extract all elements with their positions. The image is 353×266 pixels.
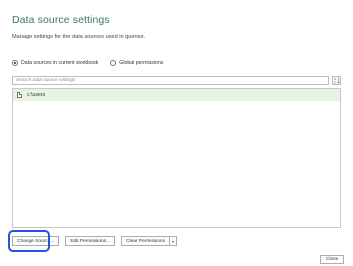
- scope-radio-group: Data sources in current workbook Global …: [12, 60, 175, 66]
- dialog-subtitle: Manage settings for the data sources use…: [12, 34, 146, 40]
- clear-permissions-group: Clear Permissions ▾: [121, 236, 177, 246]
- edit-permissions-button[interactable]: Edit Permissions...: [65, 236, 116, 246]
- scope-global-permissions[interactable]: Global permissions: [110, 60, 163, 66]
- close-button[interactable]: Close: [320, 255, 345, 264]
- chevron-down-icon[interactable]: ▾: [170, 236, 177, 246]
- radio-selected-icon[interactable]: [12, 60, 18, 66]
- dialog-title: Data source settings: [12, 14, 110, 26]
- radio-unselected-icon[interactable]: [110, 60, 117, 66]
- list-item[interactable]: c:\users: [13, 89, 340, 101]
- list-item-label: c:\users: [27, 92, 46, 98]
- scope-global-permissions-label: Global permissions: [119, 60, 164, 66]
- svg-text:Z: Z: [334, 81, 336, 85]
- search-row: A Z: [12, 76, 341, 85]
- sort-az-icon[interactable]: A Z: [332, 76, 341, 85]
- file-icon: [17, 92, 22, 98]
- clear-permissions-button[interactable]: Clear Permissions: [121, 236, 170, 246]
- data-source-list[interactable]: c:\users: [12, 88, 341, 228]
- search-input[interactable]: [12, 76, 329, 85]
- scope-current-workbook[interactable]: Data sources in current workbook: [12, 60, 98, 66]
- highlight-annotation: [8, 230, 50, 252]
- scope-current-workbook-label: Data sources in current workbook: [21, 60, 99, 66]
